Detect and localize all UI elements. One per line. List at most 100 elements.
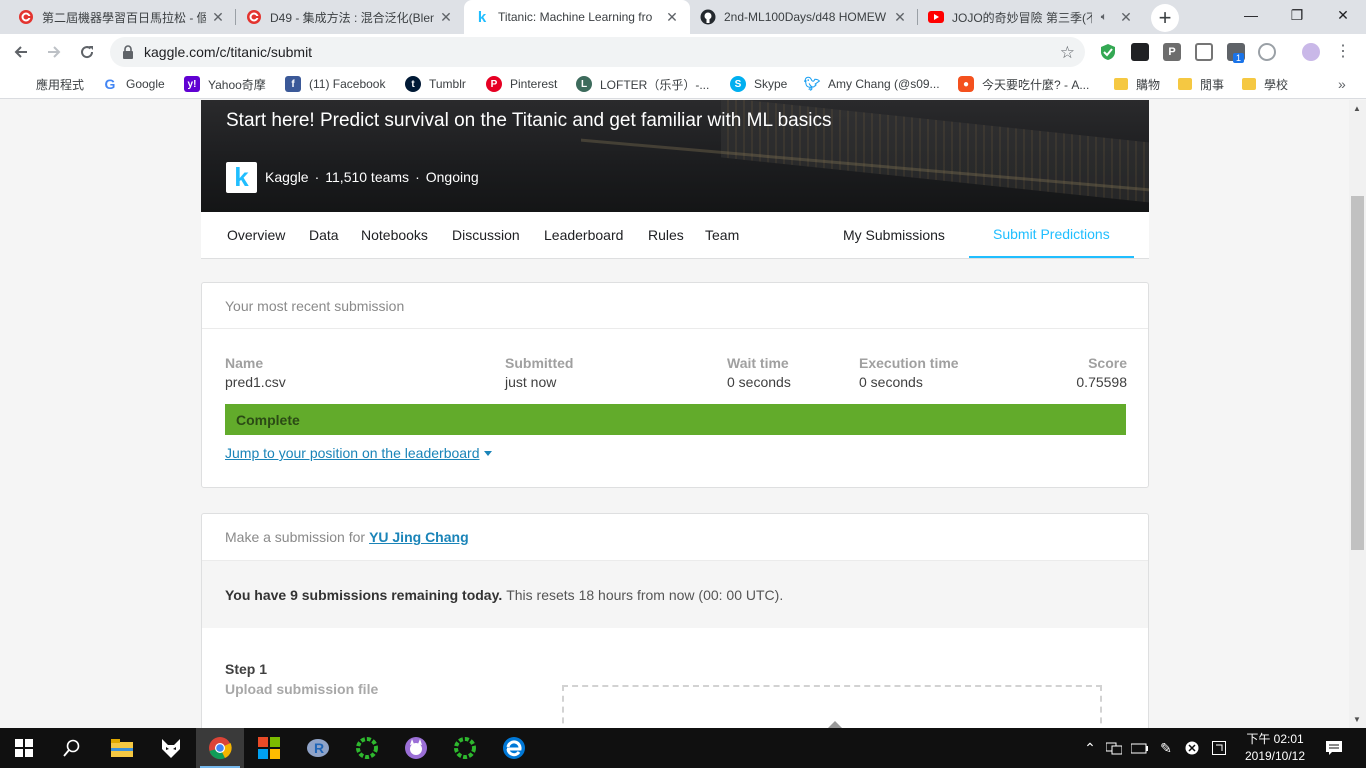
folder-icon	[111, 739, 133, 757]
browser-tab-4[interactable]: 2nd-ML100Days/d48 HOMEW ✕	[690, 0, 918, 34]
address-bar[interactable]: kaggle.com/c/titanic/submit ☆	[110, 37, 1085, 67]
col-execution: Execution time 0 seconds	[859, 355, 959, 390]
minimize-button[interactable]: ―	[1228, 0, 1274, 30]
reload-button[interactable]	[74, 39, 100, 65]
tab-discussion[interactable]: Discussion	[452, 212, 520, 258]
bookmark-food[interactable]: ● 今天要吃什麼? - A...	[958, 75, 1089, 93]
tab-my-submissions[interactable]: My Submissions	[843, 212, 945, 258]
bookmark-label: Yahoo奇摩	[208, 77, 266, 92]
chrome-taskbar-button[interactable]	[196, 728, 244, 768]
scroll-up-arrow-icon[interactable]: ▲	[1353, 104, 1361, 113]
quota-count: You have 9 submissions remaining today.	[225, 586, 503, 603]
system-clock[interactable]: 下午 02:01 2019/10/12	[1236, 731, 1314, 765]
user-link[interactable]: YU Jing Chang	[369, 529, 469, 545]
bookmark-twitter[interactable]: 🐦︎ Amy Chang (@s09...	[804, 75, 940, 93]
bookmark-folder-school[interactable]: 學校	[1242, 75, 1288, 93]
team-count[interactable]: 11,510 teams	[325, 169, 409, 185]
chrome-menu-icon[interactable]: ⋮	[1334, 43, 1352, 61]
col-name: Name pred1.csv	[225, 355, 286, 390]
network-icon[interactable]	[1102, 728, 1126, 768]
green-app-2-button[interactable]	[441, 728, 489, 768]
pen-icon[interactable]: ✎	[1154, 728, 1178, 768]
adblock-shield-icon[interactable]	[1099, 43, 1117, 61]
vpn-shield-icon[interactable]	[1258, 43, 1276, 61]
new-tab-button[interactable]: +	[1151, 4, 1179, 32]
screen-capture-icon[interactable]	[1195, 43, 1213, 61]
file-explorer-button[interactable]	[98, 728, 146, 768]
tab-rules[interactable]: Rules	[648, 212, 684, 258]
show-hidden-icons-button[interactable]: ⌃	[1080, 728, 1100, 768]
close-tab-icon[interactable]: ✕	[210, 9, 226, 25]
close-tab-icon[interactable]: ✕	[438, 9, 454, 25]
extension-badge: 1	[1233, 53, 1245, 63]
bookmark-folder-shopping[interactable]: 購物	[1114, 75, 1160, 93]
restore-button[interactable]: ❐	[1274, 0, 1320, 30]
tab-team[interactable]: Team	[705, 212, 739, 258]
svg-text:R: R	[314, 740, 324, 756]
power-icon[interactable]	[1128, 728, 1152, 768]
close-tab-icon[interactable]: ✕	[664, 9, 680, 25]
scroll-down-arrow-icon[interactable]: ▼	[1353, 715, 1361, 724]
bookmark-skype[interactable]: S Skype	[730, 75, 787, 93]
browser-tab-5[interactable]: JOJO的奇妙冒險 第三季(不 🔈︎ ✕	[918, 0, 1144, 34]
submitted-time: just now	[505, 374, 557, 390]
lock-icon	[123, 45, 133, 59]
extension-p-icon[interactable]: P	[1163, 43, 1181, 61]
browser-tab-2[interactable]: D49 - 集成方法 : 混合泛化(Blen ✕	[236, 0, 464, 34]
bookmark-apps[interactable]: 應用程式	[14, 75, 84, 93]
bookmark-label: Google	[126, 77, 165, 91]
action-center-icon[interactable]	[1320, 728, 1348, 768]
close-window-button[interactable]: ✕	[1320, 0, 1366, 30]
tab-notebooks[interactable]: Notebooks	[361, 212, 428, 258]
tab-overview[interactable]: Overview	[227, 212, 285, 258]
scrollbar-thumb[interactable]	[1351, 196, 1364, 550]
extension-icon[interactable]	[1131, 43, 1149, 61]
bookmark-label: Amy Chang (@s09...	[828, 77, 940, 91]
cat-app-button[interactable]	[392, 728, 440, 768]
more-bookmarks-button[interactable]: »	[1338, 75, 1346, 93]
tab-data[interactable]: Data	[309, 212, 339, 258]
profile-avatar[interactable]	[1302, 43, 1320, 61]
status-text: Complete	[236, 411, 300, 428]
start-button[interactable]	[0, 728, 48, 768]
notification-extension-icon[interactable]: 1	[1227, 43, 1245, 63]
fox-app-button[interactable]	[147, 728, 195, 768]
bookmark-facebook[interactable]: f (11) Facebook	[285, 75, 385, 93]
clock-time: 下午 02:01	[1246, 732, 1304, 746]
spinner-app-icon	[356, 737, 378, 759]
step-title: Step 1	[225, 661, 268, 677]
forward-button[interactable]	[41, 39, 67, 65]
edge-button[interactable]	[490, 728, 538, 768]
back-button[interactable]	[8, 39, 34, 65]
bookmark-lofter[interactable]: L LOFTER（乐乎）-...	[576, 75, 709, 93]
bookmark-yahoo[interactable]: y! Yahoo奇摩	[184, 75, 266, 93]
browser-tab-3-active[interactable]: k Titanic: Machine Learning fro ✕	[464, 0, 690, 34]
skype-icon: S	[730, 76, 746, 92]
kaggle-logo[interactable]: k	[226, 162, 257, 193]
submission-quota: You have 9 submissions remaining today. …	[202, 561, 1148, 628]
search-button[interactable]	[48, 728, 96, 768]
close-tab-icon[interactable]: ✕	[1118, 9, 1134, 25]
browser-tab-1[interactable]: 第二屆機器學習百日馬拉松 - 個 ✕	[8, 0, 236, 34]
tab-submit-predictions[interactable]: Submit Predictions	[969, 212, 1134, 258]
file-dropzone[interactable]	[562, 685, 1102, 728]
bookmark-google[interactable]: G Google	[102, 75, 165, 93]
page-scrollbar[interactable]: ▲ ▼	[1349, 100, 1366, 728]
close-tab-icon[interactable]: ✕	[892, 9, 908, 25]
bookmark-folder-misc[interactable]: 閒事	[1178, 75, 1224, 93]
green-app-button[interactable]	[343, 728, 391, 768]
r-app-button[interactable]: R	[294, 728, 342, 768]
tab-leaderboard[interactable]: Leaderboard	[544, 212, 623, 258]
kaggle-icon: k	[477, 8, 487, 26]
bookmark-star-icon[interactable]: ☆	[1060, 43, 1075, 63]
office-app-button[interactable]	[245, 728, 293, 768]
execution-time: 0 seconds	[859, 374, 923, 390]
bookmark-pinterest[interactable]: P Pinterest	[486, 75, 557, 93]
bookmark-tumblr[interactable]: t Tumblr	[405, 75, 466, 93]
host-name[interactable]: Kaggle	[265, 169, 309, 185]
jump-to-leaderboard-link[interactable]: Jump to your position on the leaderboard	[225, 445, 492, 461]
keyboard-ime-icon[interactable]	[1207, 728, 1231, 768]
volume-muted-icon[interactable]	[1180, 728, 1204, 768]
audio-playing-icon[interactable]: 🔈︎	[1096, 9, 1112, 25]
step-subtitle: Upload submission file	[225, 681, 379, 697]
